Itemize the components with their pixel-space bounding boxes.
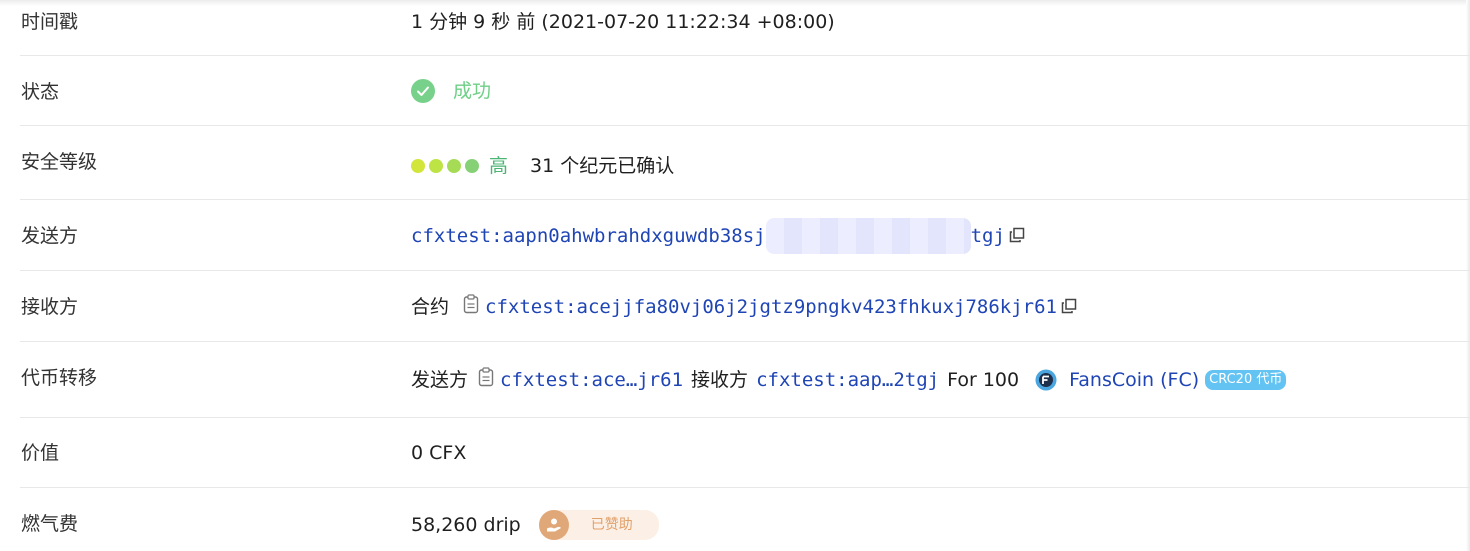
row-status: 状态 成功 (20, 56, 1470, 126)
transfer-from-address-link[interactable]: cfxtest:ace…jr61 (500, 368, 683, 392)
row-gas: 燃气费 58,260 drip 已赞助 (20, 488, 1470, 551)
gas-fee-amount: 58,260 drip (411, 514, 521, 536)
sponsored-badge: 已赞助 (538, 510, 659, 540)
row-from: 发送方 cfxtest:aapn0ahwbrahdxguwdb38sj tgj (20, 200, 1470, 271)
contract-label: 合约 (411, 296, 450, 318)
contract-icon (463, 294, 479, 314)
security-level: 高 (489, 155, 509, 177)
value-amount: 0 CFX (411, 442, 467, 464)
contract-address-link[interactable]: cfxtest:acejjfa80vj06j2jgtz9pngkv423fhku… (485, 295, 1057, 319)
timestamp-value: 1 分钟 9 秒 前 (2021-07-20 11:22:34 +08:00) (411, 11, 835, 33)
row-label: 代币转移 (21, 367, 98, 389)
row-value: 价值 0 CFX (20, 418, 1470, 488)
row-label: 时间戳 (21, 11, 79, 33)
row-token-transfer: 代币转移 发送方 cfxtest:ace…jr61 接收方 cfxtest:aa… (20, 342, 1470, 418)
row-label: 燃气费 (21, 513, 79, 535)
copy-icon[interactable] (1061, 296, 1077, 314)
security-dot (447, 159, 461, 173)
transfer-from-label: 发送方 (411, 369, 469, 391)
row-timestamp: 时间戳 1 分钟 9 秒 前 (2021-07-20 11:22:34 +08:… (20, 0, 1470, 56)
contract-icon (478, 367, 494, 387)
row-value: 合约 cfxtest:acejjfa80vj06j2jgtz9pngkv423f… (411, 294, 1077, 319)
row-value: 1 分钟 9 秒 前 (2021-07-20 11:22:34 +08:00) (411, 10, 835, 34)
token-name-link[interactable]: FansCoin (FC) (1069, 368, 1199, 392)
row-to: 接收方 合约 cfxtest:acejjfa80vj06j2jgtz9pngkv… (20, 271, 1470, 342)
redacted-block (765, 218, 971, 254)
row-value-content: 0 CFX (411, 441, 466, 465)
security-dot (465, 159, 479, 173)
copy-icon[interactable] (1009, 225, 1025, 243)
transfer-to-address-link[interactable]: cfxtest:aap…2tgj (756, 368, 939, 392)
row-value: 发送方 cfxtest:ace…jr61 接收方 cfxtest:aap…2tg… (411, 367, 1287, 392)
security-dot (411, 159, 425, 173)
row-label: 价值 (21, 442, 60, 464)
from-address-link[interactable]: cfxtest:aapn0ahwbrahdxguwdb38sj (411, 224, 766, 248)
transfer-amount: For 100 (947, 369, 1020, 391)
row-label: 接收方 (21, 296, 79, 318)
row-value: 58,260 drip 已赞助 (411, 510, 659, 540)
row-label: 发送方 (21, 225, 79, 247)
row-security: 安全等级 高 31 个纪元已确认 (20, 126, 1470, 200)
fanscoin-token-icon (1035, 369, 1057, 391)
row-label: 状态 (21, 81, 60, 103)
transfer-to-label: 接收方 (691, 369, 749, 391)
security-dot (429, 159, 443, 173)
row-value: 成功 (411, 79, 491, 103)
check-icon (411, 79, 435, 103)
sponsored-text: 已赞助 (590, 517, 633, 533)
row-value: 高 31 个纪元已确认 (411, 154, 674, 178)
from-address-end[interactable]: tgj (971, 224, 1005, 248)
sponsor-hand-icon (538, 510, 569, 540)
crc20-badge: CRC20 代币 (1205, 370, 1287, 390)
row-label: 安全等级 (21, 151, 98, 173)
row-value: cfxtest:aapn0ahwbrahdxguwdb38sj tgj (411, 218, 1025, 254)
epoch-confirmations: 31 个纪元已确认 (530, 155, 675, 177)
status-text: 成功 (453, 80, 492, 102)
